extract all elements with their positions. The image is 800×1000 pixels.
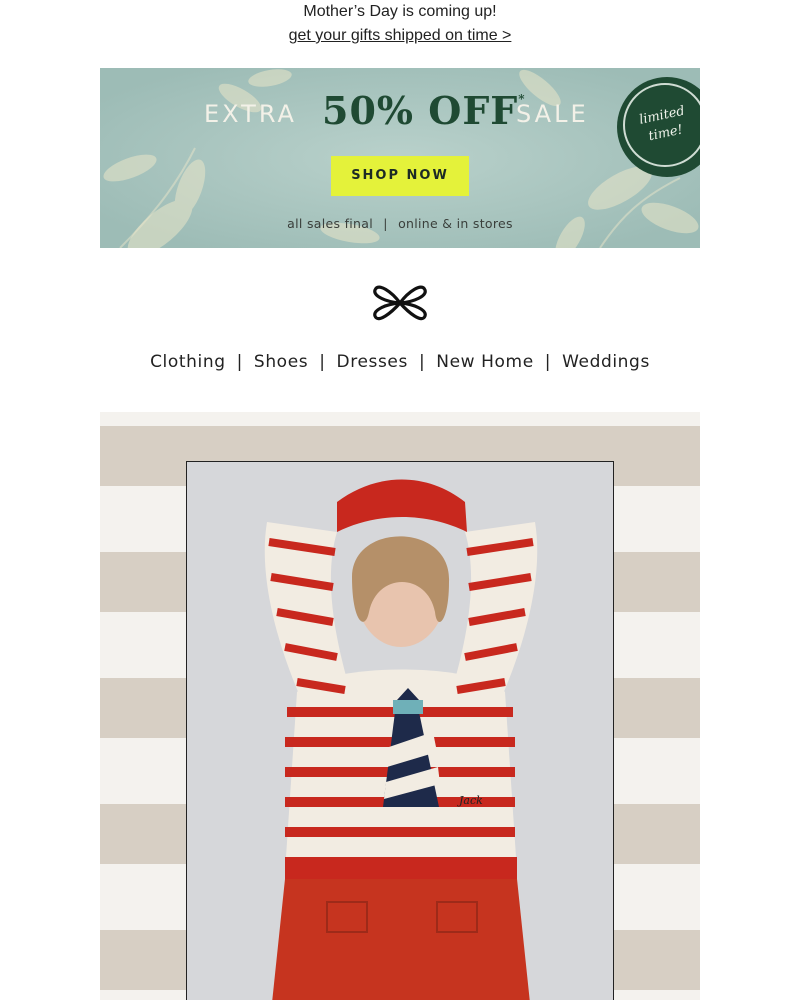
bow-logo-icon[interactable] [370, 278, 430, 328]
nav-item-dresses[interactable]: Dresses [337, 352, 408, 372]
announcement-text: Mother’s Day is coming up! [303, 3, 497, 20]
fine-print-separator: | [383, 216, 388, 231]
nav-separator: | [319, 352, 326, 372]
nav-item-weddings[interactable]: Weddings [562, 352, 650, 372]
fine-print-right: online & in stores [398, 216, 513, 231]
nav-separator: | [544, 352, 552, 372]
shipping-deadline-link[interactable]: get your gifts shipped on time > [289, 27, 512, 44]
fine-print-left: all sales final [287, 216, 374, 231]
banner-extra-text: EXTRA [204, 100, 297, 128]
hero-image[interactable]: Jack [100, 412, 700, 1000]
nav-item-shoes[interactable]: Shoes [254, 352, 308, 372]
banner-fine-print: all sales final | online & in stores [100, 216, 700, 231]
nav-item-new-home[interactable]: New Home [436, 352, 534, 372]
sweater-text: Jack [457, 794, 483, 807]
sale-banner[interactable]: EXTRA 50% OFF* SALE SHOP NOW all sales f… [100, 68, 700, 248]
banner-percent-off: 50% OFF* [322, 88, 526, 133]
product-photo-frame: Jack [186, 461, 614, 1000]
announcement-link-row: get your gifts shipped on time > [0, 27, 800, 45]
shop-now-button[interactable]: SHOP NOW [331, 156, 469, 196]
banner-percent-text: 50% OFF [322, 88, 519, 133]
nav-item-clothing[interactable]: Clothing [150, 352, 226, 372]
nav-separator: | [418, 352, 426, 372]
banner-sale-text: SALE [516, 100, 589, 128]
red-pants [272, 879, 530, 1000]
category-nav: Clothing | Shoes | Dresses | New Home | Weddings [0, 352, 800, 372]
model-photo: Jack [187, 462, 613, 1000]
nav-separator: | [236, 352, 243, 372]
